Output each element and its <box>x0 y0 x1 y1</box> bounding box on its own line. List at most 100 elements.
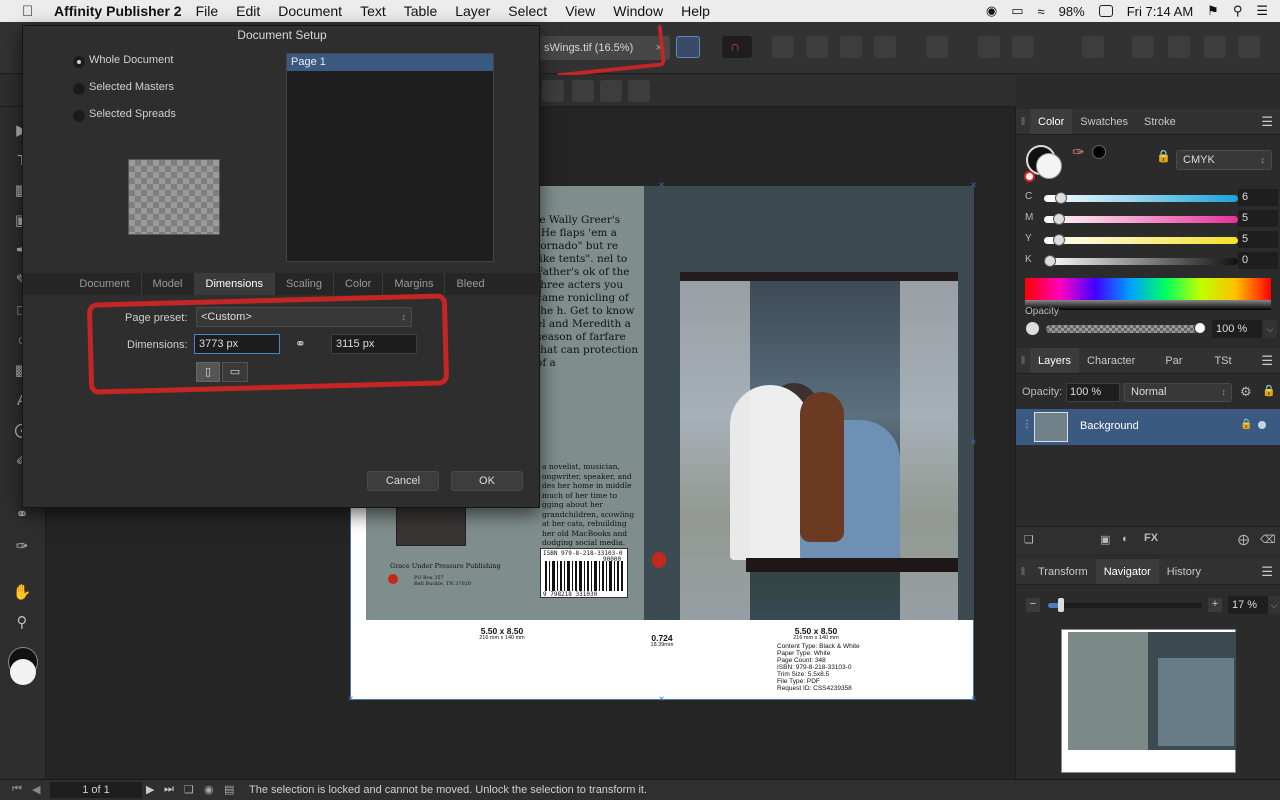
panel-menu-icon[interactable]: ☰ <box>1261 559 1273 585</box>
fx-icon[interactable]: FX <box>1144 532 1158 544</box>
adjustment-layer-icon[interactable]: ◐ <box>1122 533 1129 545</box>
tab-color[interactable]: Color <box>1030 109 1073 134</box>
channel-slider[interactable] <box>1044 258 1238 265</box>
channel-slider-knob[interactable] <box>1044 255 1056 267</box>
menu-help[interactable]: Help <box>681 3 710 19</box>
last-page-icon[interactable]: ⏭ <box>164 783 174 796</box>
zoom-out-icon[interactable]: − <box>1026 598 1040 612</box>
tab-document[interactable]: Document <box>68 273 142 295</box>
color-spectrum-bar[interactable] <box>1025 278 1271 300</box>
control-center-icon[interactable]: ☰ <box>1256 3 1268 19</box>
opacity-slider[interactable] <box>1046 325 1202 333</box>
layer-grip-icon[interactable]: ⋮ <box>1022 419 1032 430</box>
tab-history[interactable]: History <box>1159 559 1209 584</box>
color-spectrum-dark[interactable] <box>1025 300 1271 310</box>
menu-file[interactable]: File <box>196 3 219 19</box>
layer-arrange-icon[interactable]: ❏ <box>1024 533 1034 546</box>
insert-page-icon[interactable] <box>1082 36 1104 58</box>
apple-icon[interactable]:  <box>22 3 40 20</box>
align-icon[interactable] <box>926 36 948 58</box>
boolean-intersect-icon[interactable] <box>1204 36 1226 58</box>
menu-edit[interactable]: Edit <box>236 3 260 19</box>
page-list-item[interactable]: Page 1 <box>287 54 493 71</box>
zoom-tool-icon[interactable]: ⚲ <box>12 613 32 633</box>
scope-label-selected-spreads[interactable]: Selected Spreads <box>89 108 176 120</box>
channel-slider-knob[interactable] <box>1053 234 1066 246</box>
menu-table[interactable]: Table <box>404 3 437 19</box>
tab-bleed[interactable]: Bleed <box>445 273 495 295</box>
selection-handle[interactable]: × <box>970 695 977 705</box>
channel-value[interactable]: 0 <box>1238 252 1278 269</box>
zoom-slider-knob[interactable] <box>1058 598 1064 612</box>
color-picker-icon[interactable]: ✑ <box>1072 143 1085 161</box>
battery-icon[interactable] <box>1098 5 1113 17</box>
spotlight-search-icon[interactable]: ⚲ <box>1233 3 1243 19</box>
ok-button[interactable]: OK <box>451 471 523 491</box>
panel-menu-icon[interactable]: ☰ <box>1261 109 1273 135</box>
snapping-magnet-icon[interactable]: ∩ <box>722 36 752 58</box>
mask-layer-icon[interactable]: ▣ <box>1100 533 1110 546</box>
channel-slider[interactable] <box>1044 237 1238 244</box>
selection-handle[interactable]: × <box>970 181 977 191</box>
zoom-slider[interactable] <box>1048 603 1202 608</box>
layer-name[interactable]: Background <box>1080 420 1139 432</box>
tab-text-styles[interactable]: TSt <box>1190 348 1239 373</box>
panel-grip-icon[interactable]: ‖ <box>1016 559 1030 584</box>
tab-stroke[interactable]: Stroke <box>1136 109 1184 134</box>
tab-margins[interactable]: Margins <box>383 273 446 295</box>
align-bottom-icon[interactable] <box>628 80 650 102</box>
tab-model[interactable]: Model <box>142 273 195 295</box>
zoom-value[interactable]: 17 % <box>1228 596 1268 614</box>
navigator-preview[interactable] <box>1061 629 1236 773</box>
arrange-front-icon[interactable] <box>874 36 896 58</box>
selection-handle[interactable]: × <box>658 695 665 705</box>
preflight-icon[interactable]: ◉ <box>204 783 214 796</box>
add-layer-icon[interactable]: ⨁ <box>1238 533 1249 546</box>
tab-color[interactable]: Color <box>334 273 384 295</box>
eyedropper-tool-icon[interactable]: ✑ <box>12 537 32 557</box>
channel-value[interactable]: 6 <box>1238 189 1278 206</box>
panel-grip-icon[interactable]: ‖ <box>1016 348 1030 373</box>
align-top-icon[interactable] <box>572 80 594 102</box>
panel-grip-icon[interactable]: ‖ <box>1016 109 1030 134</box>
text-frame-icon[interactable] <box>676 36 700 58</box>
scope-radio-selected-spreads[interactable] <box>73 110 85 122</box>
user-account-icon[interactable] <box>1238 36 1260 58</box>
tab-character[interactable]: Character <box>1079 348 1143 373</box>
opacity-dropdown-icon[interactable]: ⌵ <box>1263 320 1277 338</box>
opacity-slider-knob[interactable] <box>1194 322 1206 334</box>
previous-page-icon[interactable]: ◀ <box>32 783 40 796</box>
selection-handle[interactable]: × <box>347 695 354 705</box>
zoom-in-icon[interactable]: + <box>1208 598 1222 612</box>
lock-icon[interactable]: 🔒 <box>1156 149 1171 163</box>
tab-dimensions[interactable]: Dimensions <box>194 273 275 295</box>
channel-value[interactable]: 5 <box>1238 210 1278 227</box>
color-fill-well[interactable] <box>1036 153 1062 179</box>
boolean-add-icon[interactable] <box>1132 36 1154 58</box>
menu-text[interactable]: Text <box>360 3 386 19</box>
selection-handle[interactable]: × <box>970 438 977 448</box>
layer-locked-icon[interactable]: 🔒 <box>1240 419 1252 430</box>
align-left-icon[interactable] <box>542 80 564 102</box>
blend-mode-select[interactable]: Normal ↕ <box>1124 383 1232 402</box>
menu-window[interactable]: Window <box>613 3 663 19</box>
battery-percent[interactable]: 98% <box>1059 4 1085 19</box>
scope-label-whole-document[interactable]: Whole Document <box>89 54 173 66</box>
fill-color-swatch[interactable] <box>10 659 36 685</box>
wifi-icon[interactable]: ≈ <box>1038 4 1045 19</box>
tab-scaling[interactable]: Scaling <box>275 273 335 295</box>
boolean-subtract-icon[interactable] <box>1168 36 1190 58</box>
scope-label-selected-masters[interactable]: Selected Masters <box>89 81 174 93</box>
tab-swatches[interactable]: Swatches <box>1072 109 1136 134</box>
layer-visibility-icon[interactable] <box>1258 421 1266 429</box>
cancel-button[interactable]: Cancel <box>367 471 439 491</box>
channel-slider[interactable] <box>1044 195 1238 202</box>
menu-select[interactable]: Select <box>508 3 547 19</box>
first-page-icon[interactable]: ⏮ <box>12 783 22 796</box>
clock[interactable]: Fri 7:14 AM <box>1127 4 1193 19</box>
pages-panel-icon[interactable]: ❏ <box>184 783 194 796</box>
tab-navigator[interactable]: Navigator <box>1095 559 1159 584</box>
page-indicator[interactable]: 1 of 1 <box>50 782 142 798</box>
layer-settings-gear-icon[interactable]: ⚙ <box>1240 384 1252 400</box>
tab-transform[interactable]: Transform <box>1030 559 1096 584</box>
